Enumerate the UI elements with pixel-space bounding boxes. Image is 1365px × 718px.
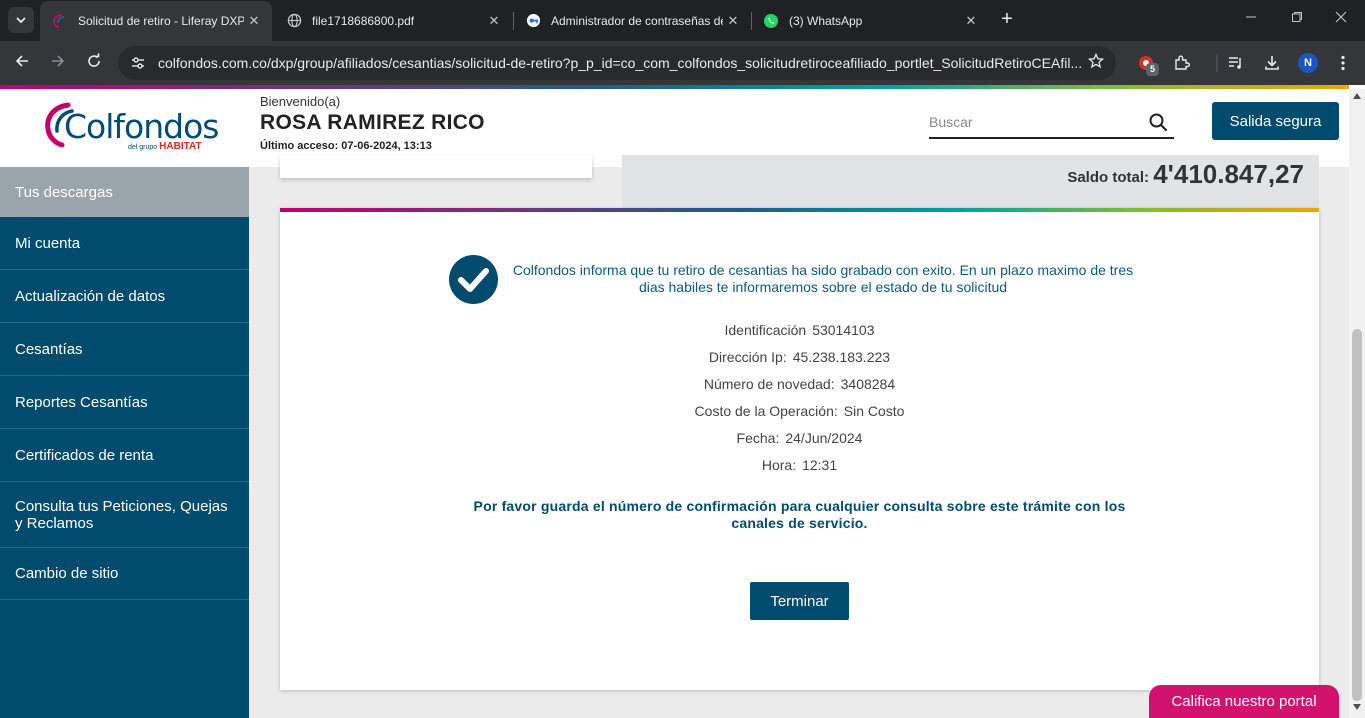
forward-arrow-icon[interactable] [48,53,68,73]
finish-button[interactable]: Terminar [750,582,849,620]
detail-value: 53014103 [812,322,875,338]
reload-icon[interactable] [84,53,104,73]
sidebar-item-cesantias[interactable]: Cesantías [0,323,249,376]
account-summary-card [280,155,592,178]
whatsapp-icon [763,13,779,29]
balance-panel: Saldo total: 4'410.847,27 [622,155,1319,209]
extension-badge: 5 [1146,63,1159,76]
logo-tagline-brand: HABITAT [159,141,202,152]
logo-tagline: del grupo HABITAT [128,141,202,152]
extensions-puzzle-icon[interactable] [1172,53,1192,73]
scroll-up-arrow-icon[interactable] [1353,92,1361,101]
globe-icon [286,13,302,29]
balance-label: Saldo total: [1067,169,1149,186]
toolbar-divider [1207,53,1227,73]
search-input[interactable] [929,111,1139,133]
password-manager-icon [525,13,541,29]
last-access: Último acceso: 07-06-2024, 13:13 [260,140,432,152]
detail-costo-operacion: Costo de la Operación: Sin Costo [280,403,1319,419]
page-content: Colfondos del grupo HABITAT Bienvenido(a… [0,89,1349,718]
save-number-notice: Por favor guarda el número de confirmaci… [473,498,1126,531]
sidebar-item-pqr[interactable]: Consulta tus Peticiones, Quejas y Reclam… [0,482,249,548]
minimize-icon[interactable] [1241,10,1261,26]
tab-title: (3) WhatsApp [789,13,863,28]
tab-title: file1718686800.pdf [312,13,415,28]
sidebar-item-certificados-renta[interactable]: Certificados de renta [0,429,249,482]
search-box [929,105,1174,139]
kebab-menu-icon[interactable] [1333,53,1353,73]
user-name: ROSA RAMIREZ RICO [260,111,485,134]
scroll-down-arrow-icon[interactable] [1353,703,1361,712]
detail-value: 3408284 [840,376,896,392]
balance-value: 4'410.847,27 [1153,159,1304,189]
detail-direccion-ip: Dirección Ip: 45.238.183.223 [280,349,1319,365]
confirmation-card: Colfondos informa que tu retiro de cesan… [280,208,1319,690]
tab-solicitud-retiro[interactable]: Solicitud de retiro - Liferay DXP ✕ [40,1,272,41]
download-icon[interactable] [1262,53,1282,73]
media-queue-icon[interactable] [1226,53,1246,73]
success-check-icon [449,255,498,304]
detail-label: Fecha: [736,430,780,446]
card-color-stripe [280,208,1319,212]
page-scrollbar[interactable] [1349,89,1365,718]
detail-label: Número de novedad: [703,376,835,392]
tab-password-manager[interactable]: Administrador de contraseñas de ✕ [513,0,751,41]
detail-numero-novedad: Número de novedad: 3408284 [280,376,1319,392]
address-bar[interactable]: colfondos.com.co/dxp/group/afiliados/ces… [118,46,1116,80]
close-tab-icon[interactable]: ✕ [244,13,264,29]
sidebar-item-mi-cuenta[interactable]: Mi cuenta [0,217,249,270]
logo-tagline-prefix: del grupo [128,144,158,151]
sidebar-menu: Tus descargas Mi cuenta Actualización de… [0,167,249,718]
detail-label: Hora: [761,457,797,473]
profile-avatar[interactable]: N [1298,53,1318,73]
sidebar-item-actualizacion-datos[interactable]: Actualización de datos [0,270,249,323]
welcome-text: Bienvenido(a) [260,94,341,109]
detail-value: Sin Costo [843,403,905,419]
tab-whatsapp[interactable]: (3) WhatsApp ✕ [751,0,989,41]
close-tab-icon[interactable]: ✕ [484,13,504,29]
detail-label: Costo de la Operación: [694,403,838,419]
site-settings-icon[interactable] [130,55,148,71]
browser-tab-bar: Solicitud de retiro - Liferay DXP ✕ file… [0,0,1365,41]
colfondos-logo[interactable]: Colfondos del grupo HABITAT [42,99,219,155]
liferay-favicon-icon [52,13,68,29]
detail-label: Identificación [724,322,807,338]
close-tab-icon[interactable]: ✕ [723,13,743,29]
detail-value: 12:31 [802,457,838,473]
detail-label: Dirección Ip: [708,349,787,365]
close-window-icon[interactable] [1331,10,1351,26]
chevron-down-icon [16,17,26,24]
confirmation-message: Colfondos informa que tu retiro de cesan… [512,262,1134,295]
back-arrow-icon[interactable] [12,53,32,73]
detail-fecha: Fecha: 24/Jun/2024 [280,430,1319,446]
sidebar-item-cambio-sitio[interactable]: Cambio de sitio [0,548,249,600]
tab-search-button[interactable] [8,7,34,33]
tab-pdf-file[interactable]: file1718686800.pdf ✕ [274,0,512,41]
tab-title: Administrador de contraseñas de [551,13,723,28]
scrollbar-thumb[interactable] [1352,329,1362,701]
logout-button[interactable]: Salida segura [1212,102,1339,140]
search-icon[interactable] [1148,112,1168,132]
sidebar-item-tus-descargas[interactable]: Tus descargas [0,167,249,217]
url-text[interactable]: colfondos.com.co/dxp/group/afiliados/ces… [158,55,1086,71]
bookmark-star-icon[interactable] [1086,52,1106,74]
sidebar-item-reportes-cesantias[interactable]: Reportes Cesantías [0,376,249,429]
close-tab-icon[interactable]: ✕ [961,13,981,29]
detail-value: 45.238.183.223 [792,349,891,365]
rate-portal-button[interactable]: Califica nuestro portal [1149,685,1339,718]
browser-toolbar: colfondos.com.co/dxp/group/afiliados/ces… [0,41,1365,85]
detail-identificacion: Identificación 53014103 [280,322,1319,338]
new-tab-button[interactable]: + [996,9,1018,31]
detail-value: 24/Jun/2024 [785,430,863,446]
detail-hora: Hora: 12:31 [280,457,1319,473]
tab-title: Solicitud de retiro - Liferay DXP [78,14,244,28]
restore-icon[interactable] [1287,10,1307,26]
